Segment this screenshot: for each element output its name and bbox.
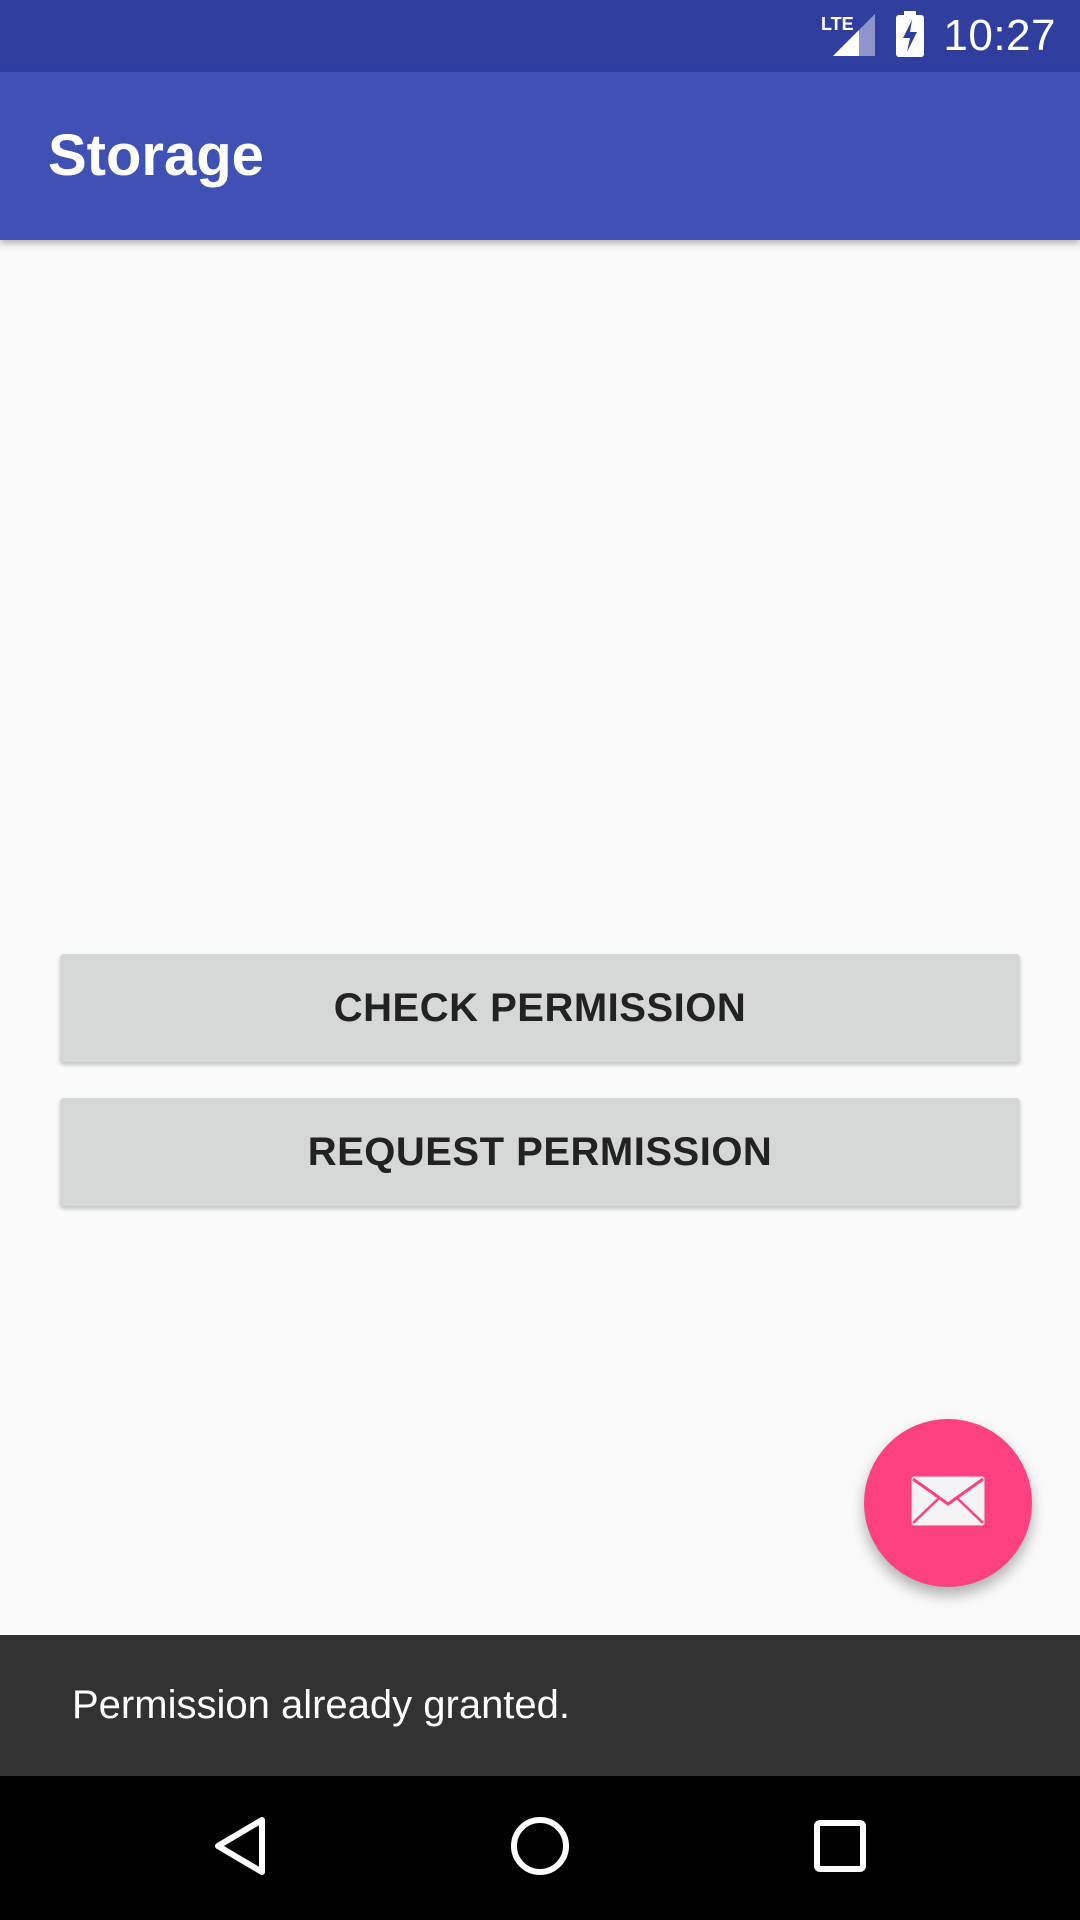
status-bar: LTE 10:27 — [0, 0, 1080, 72]
back-icon — [210, 1814, 270, 1883]
mail-fab-button[interactable] — [864, 1419, 1032, 1587]
navigation-bar — [0, 1776, 1080, 1920]
mail-icon — [911, 1476, 985, 1531]
screen: LTE 10:27 Storage CHECK PERMISSION REQUE… — [0, 0, 1080, 1920]
svg-text:LTE: LTE — [821, 14, 854, 34]
status-icons: LTE 10:27 — [821, 0, 1056, 72]
status-time: 10:27 — [943, 11, 1056, 60]
app-title: Storage — [48, 123, 264, 188]
lte-signal-icon: LTE — [821, 10, 877, 63]
home-button[interactable] — [468, 1776, 612, 1920]
recents-button[interactable] — [768, 1776, 912, 1920]
check-permission-button[interactable]: CHECK PERMISSION — [60, 954, 1020, 1062]
battery-charging-icon — [895, 10, 925, 62]
app-bar: Storage — [0, 72, 1080, 240]
snackbar-message: Permission already granted. — [72, 1683, 571, 1727]
request-permission-button[interactable]: REQUEST PERMISSION — [60, 1098, 1020, 1206]
recents-icon — [812, 1818, 868, 1879]
back-button[interactable] — [168, 1776, 312, 1920]
snackbar: Permission already granted. — [0, 1635, 1080, 1776]
home-icon — [508, 1814, 572, 1883]
